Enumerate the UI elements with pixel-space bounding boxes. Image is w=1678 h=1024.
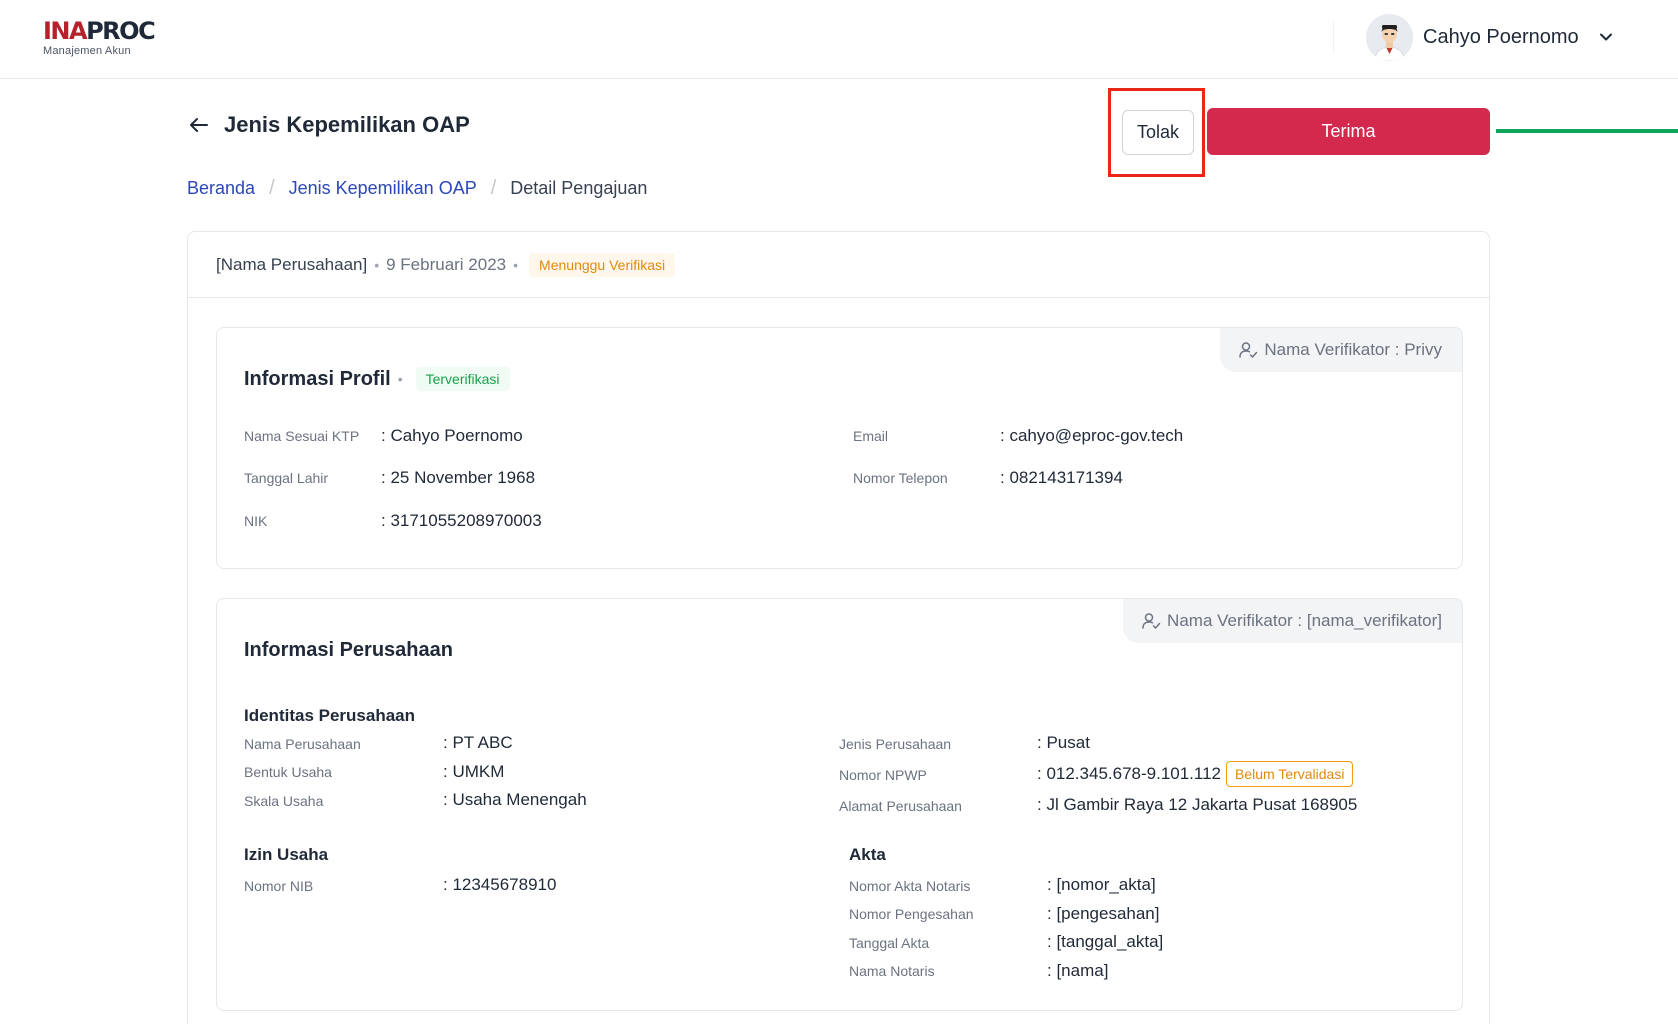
field-label: Tanggal Akta [849, 935, 930, 951]
user-check-icon [1142, 613, 1161, 629]
top-bar: INAPROC Manajemen Akun Cahyo Poernomo [0, 0, 1678, 79]
field-label: NIK [244, 513, 268, 529]
header-divider [1333, 22, 1334, 52]
field-label: Alamat Perusahaan [839, 798, 962, 814]
breadcrumb-separator: / [269, 176, 275, 199]
user-check-icon [1239, 342, 1258, 358]
logo-wordmark: INAPROC [43, 17, 156, 45]
company-section: Nama Verifikator : [nama_verifikator] In… [216, 598, 1463, 1011]
user-menu[interactable]: Cahyo Poernomo [1366, 13, 1615, 61]
dot-separator: • [374, 257, 380, 273]
field-value: : Jl Gambir Raya 12 Jakarta Pusat 168905 [1037, 795, 1358, 814]
page-title: Jenis Kepemilikan OAP [224, 112, 470, 137]
breadcrumb-current: Detail Pengajuan [510, 177, 648, 198]
verified-badge: Terverifikasi [415, 367, 510, 391]
profile-verifier-tag: Nama Verifikator : Privy [1220, 328, 1462, 372]
dot-separator: • [397, 371, 403, 387]
field-value: : UMKM [443, 762, 505, 781]
breadcrumb: Beranda / Jenis Kepemilikan OAP / Detail… [187, 176, 647, 200]
field-value: : 082143171394 [1000, 468, 1123, 487]
field-label: Bentuk Usaha [244, 764, 332, 780]
profile-title: Informasi Profil [244, 368, 391, 390]
submission-company: [Nama Perusahaan] [216, 255, 368, 274]
field-label: Nomor NPWP [839, 767, 927, 783]
breadcrumb-separator: / [490, 176, 497, 199]
field-label: Nama Sesuai KTP [244, 428, 360, 444]
indicator-line [1496, 129, 1678, 133]
profile-title-row: Informasi Profil • Terverifikasi [244, 366, 510, 392]
field-value: : 12345678910 [443, 875, 557, 894]
field-value: : Usaha Menengah [443, 790, 587, 809]
company-verifier-tag: Nama Verifikator : [nama_verifikator] [1123, 599, 1462, 643]
field-label: Nama Notaris [849, 963, 935, 979]
field-value: : [nama] [1047, 961, 1109, 980]
field-label: Nomor NIB [244, 878, 314, 894]
logo-subtitle: Manajemen Akun [43, 45, 131, 57]
field-value: : [tanggal_akta] [1047, 932, 1164, 951]
field-value: : 25 November 1968 [381, 468, 536, 487]
field-value: : 012.345.678-9.101.112 [1037, 764, 1222, 783]
field-label: Nomor Telepon [853, 470, 948, 486]
breadcrumb-ownership[interactable]: Jenis Kepemilikan OAP [289, 178, 477, 199]
accept-button[interactable]: Terima [1207, 108, 1490, 155]
company-verifier-name: Nama Verifikator : [nama_verifikator] [1167, 611, 1442, 630]
field-value: : cahyo@eproc-gov.tech [1000, 426, 1184, 445]
breadcrumb-home[interactable]: Beranda [187, 178, 255, 199]
inaproc-logo[interactable]: INAPROC Manajemen Akun [43, 17, 156, 57]
field-label: Nama Perusahaan [244, 736, 361, 752]
profile-verifier-name: Nama Verifikator : Privy [1264, 340, 1442, 359]
submission-header: [Nama Perusahaan] • 9 Februari 2023 • Me… [188, 232, 1489, 298]
reject-button-highlight [1108, 88, 1205, 177]
profile-section: Nama Verifikator : Privy Informasi Profi… [216, 327, 1463, 569]
company-title: Informasi Perusahaan [244, 639, 453, 661]
chevron-down-icon[interactable] [1597, 28, 1615, 46]
dot-separator: • [513, 257, 519, 273]
field-label: Nomor Akta Notaris [849, 878, 971, 894]
field-label: Skala Usaha [244, 793, 324, 809]
field-value: : Pusat [1037, 733, 1090, 752]
field-value: : [pengesahan] [1047, 904, 1160, 923]
user-name: Cahyo Poernomo [1423, 25, 1579, 48]
field-value: : Cahyo Poernomo [381, 426, 523, 445]
field-label: Email [853, 428, 889, 444]
field-label: Jenis Perusahaan [839, 736, 952, 752]
field-value: : 3171055208970003 [381, 511, 542, 530]
status-badge: Menunggu Verifikasi [529, 253, 676, 277]
field-value: : PT ABC [443, 733, 513, 752]
arrow-left-icon[interactable] [187, 113, 211, 137]
field-label: Nomor Pengesahan [849, 906, 974, 922]
deed-title: Akta [849, 845, 886, 864]
field-value: : [nomor_akta] [1047, 875, 1156, 894]
identity-title: Identitas Perusahaan [244, 706, 416, 725]
permit-title: Izin Usaha [244, 845, 329, 864]
submission-date: 9 Februari 2023 [386, 255, 507, 274]
avatar-illustration-icon [1366, 13, 1413, 61]
submission-card: [Nama Perusahaan] • 9 Februari 2023 • Me… [187, 231, 1490, 1024]
avatar [1366, 13, 1413, 61]
npwp-status-badge: Belum Tervalidasi [1226, 761, 1354, 787]
field-label: Tanggal Lahir [244, 470, 329, 486]
